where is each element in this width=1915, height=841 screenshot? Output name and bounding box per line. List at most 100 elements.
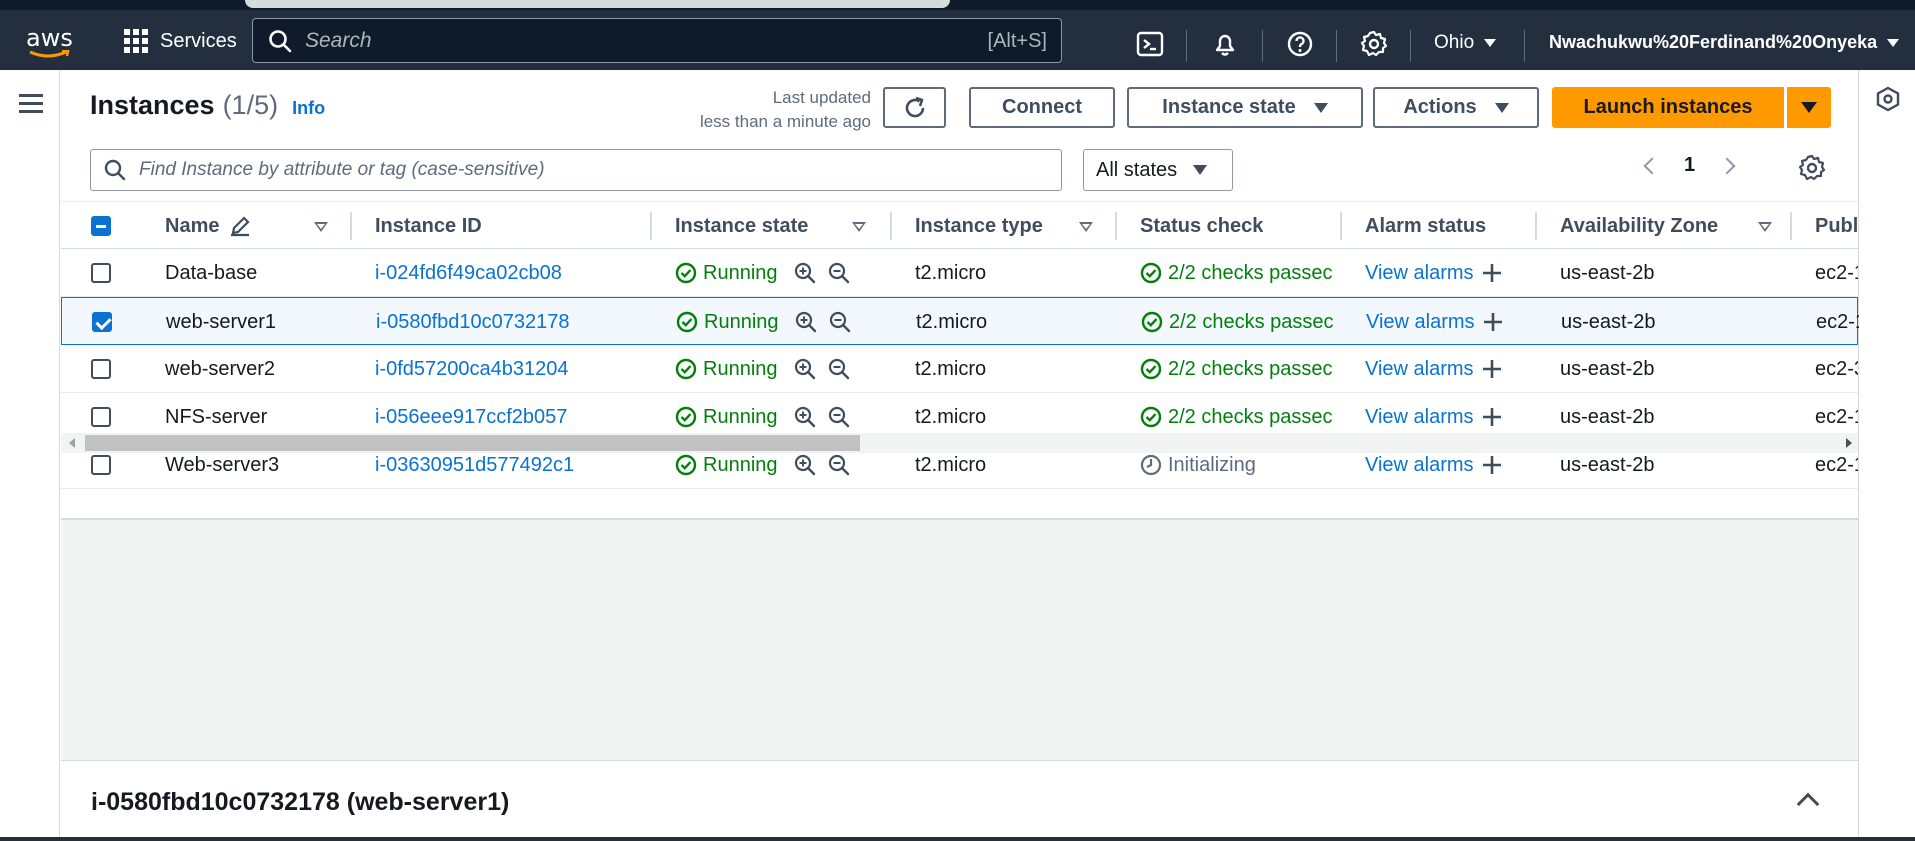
- view-alarms-link[interactable]: View alarms: [1366, 311, 1475, 334]
- column-header-instance-state[interactable]: Instance state: [675, 202, 808, 250]
- hexagon-info-icon[interactable]: [1875, 86, 1901, 112]
- cell-availability-zone: us-east-2b: [1560, 357, 1655, 380]
- table-row[interactable]: Data-base i-024fd6f49ca02cb08 Running t2.mi…: [61, 249, 1858, 297]
- zoom-in-icon[interactable]: [794, 262, 816, 284]
- select-all-checkbox[interactable]: [91, 216, 111, 236]
- row-select-cell[interactable]: [91, 345, 111, 393]
- main-content: Instances (1/5) Info Last updated less t…: [61, 70, 1859, 841]
- column-header-public-dns[interactable]: Publ: [1815, 202, 1858, 250]
- account-menu[interactable]: Nwachukwu%20Ferdinand%20Onyeka: [1549, 32, 1900, 53]
- info-link[interactable]: Info: [292, 98, 325, 119]
- instance-state-button[interactable]: Instance state: [1127, 87, 1363, 128]
- cell-instance-id-link[interactable]: i-024fd6f49ca02cb08: [375, 249, 645, 297]
- instances-panel: Instances (1/5) Info Last updated less t…: [61, 70, 1859, 520]
- chevron-up-icon[interactable]: [1796, 792, 1820, 816]
- view-alarms-link[interactable]: View alarms: [1365, 262, 1474, 285]
- table-row[interactable]: web-server2 i-0fd57200ca4b31204 Running t2.…: [61, 345, 1858, 393]
- menu-icon[interactable]: [19, 94, 43, 114]
- zoom-out-icon[interactable]: [829, 311, 851, 333]
- help-icon[interactable]: [1286, 30, 1314, 58]
- column-header-status-check[interactable]: Status check: [1140, 202, 1263, 250]
- aws-logo[interactable]: aws: [26, 24, 76, 58]
- launch-instances-button[interactable]: Launch instances: [1552, 87, 1784, 128]
- scrollbar-thumb[interactable]: [85, 435, 860, 451]
- cell-alarm-status: View alarms: [1366, 298, 1536, 346]
- column-header-name[interactable]: Name: [165, 202, 251, 250]
- column-divider[interactable]: [350, 212, 352, 240]
- column-divider[interactable]: [890, 212, 892, 240]
- select-all-cell[interactable]: [91, 202, 111, 250]
- zoom-out-icon[interactable]: [828, 454, 850, 476]
- add-alarm-icon[interactable]: [1482, 407, 1502, 427]
- services-menu-button[interactable]: Services: [124, 26, 237, 56]
- cell-instance-id-link[interactable]: i-0580fbd10c0732178: [376, 298, 646, 346]
- bell-icon[interactable]: [1211, 30, 1239, 58]
- table-row[interactable]: web-server1 i-0580fbd10c0732178 Running t2.…: [61, 297, 1859, 346]
- sort-icon[interactable]: [1079, 222, 1093, 232]
- state-filter-select[interactable]: All states: [1083, 149, 1233, 191]
- search-input[interactable]: [305, 28, 945, 53]
- view-alarms-link[interactable]: View alarms: [1365, 454, 1474, 477]
- last-updated: Last updated less than a minute ago: [631, 86, 871, 134]
- column-header-availability-zone[interactable]: Availability Zone: [1560, 202, 1718, 250]
- zoom-in-icon[interactable]: [794, 358, 816, 380]
- settings-gear-icon[interactable]: [1360, 30, 1388, 58]
- launch-instances-dropdown[interactable]: [1787, 87, 1831, 128]
- row-checkbox[interactable]: [91, 263, 111, 283]
- row-checkbox[interactable]: [91, 359, 111, 379]
- column-header-alarm-status[interactable]: Alarm status: [1365, 202, 1486, 250]
- column-divider[interactable]: [1535, 212, 1537, 240]
- horizontal-scrollbar[interactable]: [61, 433, 1858, 453]
- zoom-out-icon[interactable]: [828, 358, 850, 380]
- zoom-out-icon[interactable]: [828, 406, 850, 428]
- column-header-instance-id[interactable]: Instance ID: [375, 202, 482, 250]
- nav-separator: [1410, 30, 1411, 62]
- sort-icon[interactable]: [1758, 222, 1772, 232]
- sort-icon[interactable]: [314, 222, 328, 232]
- chevron-left-icon[interactable]: [1643, 157, 1661, 174]
- add-alarm-icon[interactable]: [1482, 455, 1502, 475]
- row-select-cell[interactable]: [92, 298, 112, 346]
- row-checkbox[interactable]: [91, 455, 111, 475]
- chevron-down-icon: [1484, 39, 1497, 47]
- filter-input[interactable]: [139, 159, 1039, 181]
- connect-button[interactable]: Connect: [969, 87, 1115, 128]
- view-alarms-link[interactable]: View alarms: [1365, 358, 1474, 381]
- actions-button[interactable]: Actions: [1373, 87, 1539, 128]
- column-divider[interactable]: [1790, 212, 1792, 240]
- column-divider[interactable]: [1115, 212, 1117, 240]
- add-alarm-icon[interactable]: [1482, 263, 1502, 283]
- add-alarm-icon[interactable]: [1483, 312, 1503, 332]
- zoom-in-icon[interactable]: [794, 454, 816, 476]
- column-divider[interactable]: [650, 212, 652, 240]
- table-preferences-icon[interactable]: [1798, 154, 1826, 182]
- current-page[interactable]: 1: [1684, 154, 1695, 177]
- edit-pencil-icon: [231, 216, 251, 237]
- bottom-edge: [0, 837, 1915, 841]
- chevron-right-icon[interactable]: [1718, 157, 1736, 174]
- region-selector[interactable]: Ohio: [1434, 32, 1497, 54]
- actions-label: Actions: [1403, 96, 1477, 118]
- instance-filter[interactable]: [90, 149, 1062, 191]
- row-checkbox[interactable]: [92, 312, 112, 332]
- success-check-icon: [1141, 311, 1163, 333]
- success-check-icon: [675, 262, 697, 284]
- cloudshell-icon[interactable]: [1136, 30, 1164, 58]
- zoom-in-icon[interactable]: [795, 311, 817, 333]
- row-select-cell[interactable]: [91, 249, 111, 297]
- launch-instances-label: Launch instances: [1583, 96, 1753, 118]
- column-header-instance-type[interactable]: Instance type: [915, 202, 1043, 250]
- zoom-in-icon[interactable]: [794, 406, 816, 428]
- global-search[interactable]: [Alt+S]: [252, 18, 1062, 63]
- cell-instance-id-link[interactable]: i-0fd57200ca4b31204: [375, 345, 645, 393]
- zoom-out-icon[interactable]: [828, 262, 850, 284]
- column-divider[interactable]: [1340, 212, 1342, 240]
- view-alarms-link[interactable]: View alarms: [1365, 406, 1474, 429]
- scroll-right-icon[interactable]: [1846, 438, 1852, 448]
- refresh-button[interactable]: [883, 87, 946, 128]
- sort-icon[interactable]: [852, 222, 866, 232]
- success-check-icon: [675, 358, 697, 380]
- add-alarm-icon[interactable]: [1482, 359, 1502, 379]
- scroll-left-icon[interactable]: [69, 438, 75, 448]
- row-checkbox[interactable]: [91, 407, 111, 427]
